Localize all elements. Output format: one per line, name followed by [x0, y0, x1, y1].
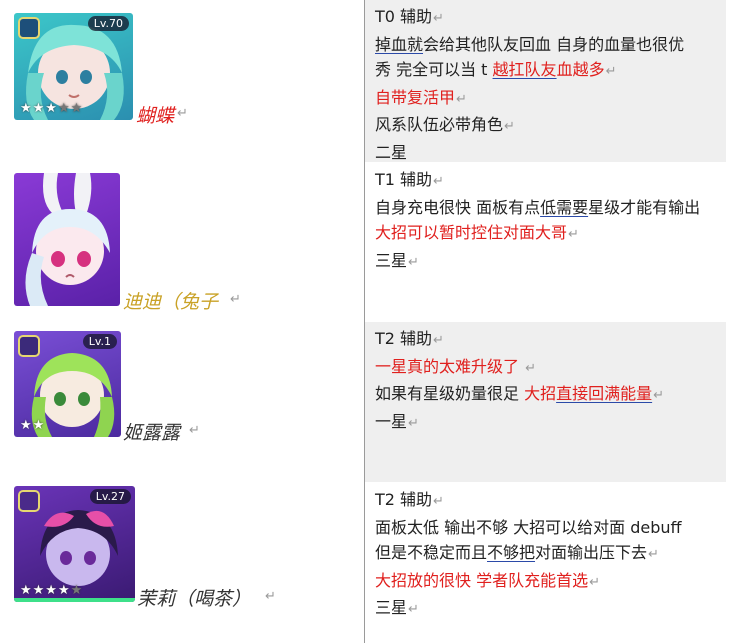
character-name: 茉莉（喝茶） [137, 588, 252, 610]
highlight-phrase: 自带复活甲 [375, 87, 456, 107]
description-cell: T2 辅助↵ 面板太低 输出不够 大招可以给对面 debuff 但是不稳定而且不… [365, 483, 726, 643]
description-cell: T1 辅助↵ 自身充电很快 面板有点低需要星级才能有输出 大招可以暂时控住对面大… [365, 163, 726, 321]
description-text: 风系队伍必带角色 [375, 115, 504, 134]
character-name: 迪迪（兔子 [123, 291, 219, 313]
highlight-phrase: 血越多 [556, 60, 605, 79]
underlined-phrase: 不够把 [487, 543, 536, 562]
character-cell: Lv.70 ★★★★★ 蝴蝶 ↵ [0, 0, 364, 162]
paragraph-mark-icon: ↵ [568, 227, 579, 242]
star-requirement: 一星 [375, 411, 408, 431]
paragraph-mark-icon: ↵ [408, 415, 419, 431]
tier-label: T0 辅助 [375, 7, 433, 26]
table-row: Lv.27 ★★★★★ 茉莉（喝茶） ↵ T2 辅助↵ 面板太低 输出不够 大招可… [0, 483, 732, 643]
tier-label: T2 辅助 [375, 490, 433, 509]
level-badge: Lv.27 [89, 489, 131, 504]
description-cell: T0 辅助↵ 掉血就会给其他队友回血 自身的血量也很优 秀 完全可以当 t 越扛… [365, 0, 726, 162]
character-cell: Lv.1 ★★ 姬露露 ↵ [0, 322, 364, 482]
description-text: 如果有星级奶量很足 [375, 384, 525, 403]
description-text: 星级才能有输出 [588, 197, 701, 217]
star-requirement: 二星 [375, 142, 408, 162]
highlight-phrase: 越扛队友 [492, 60, 557, 79]
star-requirement: 三星 [375, 598, 408, 617]
star-icon-empty: ★ [70, 583, 84, 598]
highlight-phrase: 直接回满能量 [556, 384, 653, 403]
star-icon: ★★ [20, 418, 46, 433]
star-rating: ★★★★★ [20, 101, 83, 116]
role-badge-icon [18, 17, 40, 39]
star-icon-empty: ★★ [57, 101, 84, 116]
paragraph-mark-icon: ↵ [408, 602, 419, 617]
paragraph-mark-icon: ↵ [230, 292, 241, 307]
paragraph-mark-icon: ↵ [189, 423, 200, 438]
card-bottom-bar [14, 598, 135, 602]
paragraph-mark-icon: ↵ [433, 174, 444, 189]
table-row: Lv.1 ★★ 姬露露 ↵ T2 辅助↵ 一星真的太难升级了 ↵ 如果有星级奶量很… [0, 322, 732, 482]
paragraph-mark-icon: ↵ [648, 547, 659, 562]
underlined-phrase: 掉血就 [375, 34, 424, 54]
description-text: 会给其他队友回血 自身的血量也很优 [423, 34, 685, 54]
level-badge: Lv.70 [87, 16, 129, 31]
character-card-jilulu: Lv.1 ★★ [14, 331, 121, 437]
star-icon: ★★★★ [20, 583, 71, 598]
character-cell: 迪迪（兔子 ↵ [0, 163, 364, 321]
description-text: 但是不稳定而且 [375, 543, 488, 562]
description-text: 面板太低 输出不够 大招可以给对面 debuff [375, 517, 682, 537]
character-name: 蝴蝶 [136, 105, 175, 127]
paragraph-mark-icon: ↵ [177, 106, 188, 121]
paragraph-mark-icon: ↵ [605, 64, 617, 79]
tier-label: T2 辅助 [375, 329, 433, 348]
highlight-phrase: 一星真的太难升级了 [375, 356, 525, 376]
character-card-butterfly: Lv.70 ★★★★★ [14, 13, 133, 120]
role-badge-icon [18, 490, 40, 512]
paragraph-mark-icon: ↵ [525, 360, 536, 376]
character-cell: Lv.27 ★★★★★ 茉莉（喝茶） ↵ [0, 483, 364, 643]
table-row: 迪迪（兔子 ↵ T1 辅助↵ 自身充电很快 面板有点低需要星级才能有输出 大招可以… [0, 163, 732, 321]
role-badge-icon [18, 335, 40, 357]
paragraph-mark-icon: ↵ [408, 254, 419, 270]
paragraph-mark-icon: ↵ [653, 388, 665, 403]
description-cell: T2 辅助↵ 一星真的太难升级了 ↵ 如果有星级奶量很足 大招直接回满能量↵ 一… [365, 322, 726, 482]
description-text: 对面输出压下去 [535, 543, 648, 562]
table-row: Lv.70 ★★★★★ 蝴蝶 ↵ T0 辅助↵ 掉血就会给其他队友回血 自身的血量… [0, 0, 732, 162]
underlined-phrase: 低需要 [540, 197, 589, 217]
paragraph-mark-icon: ↵ [433, 494, 444, 509]
paragraph-mark-icon: ↵ [589, 574, 600, 590]
highlight-phrase: 大招 [524, 384, 557, 403]
paragraph-mark-icon: ↵ [456, 91, 467, 107]
star-rating: ★★★★★ [20, 583, 83, 598]
level-badge: Lv.1 [82, 334, 117, 349]
paragraph-mark-icon: ↵ [433, 333, 444, 348]
highlight-phrase: 大招可以暂时控住对面大哥 [375, 223, 568, 242]
character-card-didi [14, 173, 120, 306]
character-portrait-image [25, 173, 110, 306]
star-rating: ★★ [20, 418, 45, 433]
character-name: 姬露露 [123, 422, 181, 444]
description-text: 自身充电很快 面板有点 [375, 197, 541, 217]
star-icon: ★★★ [20, 101, 58, 116]
paragraph-mark-icon: ↵ [504, 119, 515, 134]
star-requirement: 三星 [375, 250, 408, 270]
paragraph-mark-icon: ↵ [433, 11, 444, 26]
description-text: 秀 完全可以当 t [375, 60, 493, 79]
paragraph-mark-icon: ↵ [265, 589, 276, 604]
highlight-phrase: 大招放的很快 学者队充能首选 [375, 570, 589, 590]
tier-label: T1 辅助 [375, 170, 433, 189]
character-card-molly: Lv.27 ★★★★★ [14, 486, 135, 602]
